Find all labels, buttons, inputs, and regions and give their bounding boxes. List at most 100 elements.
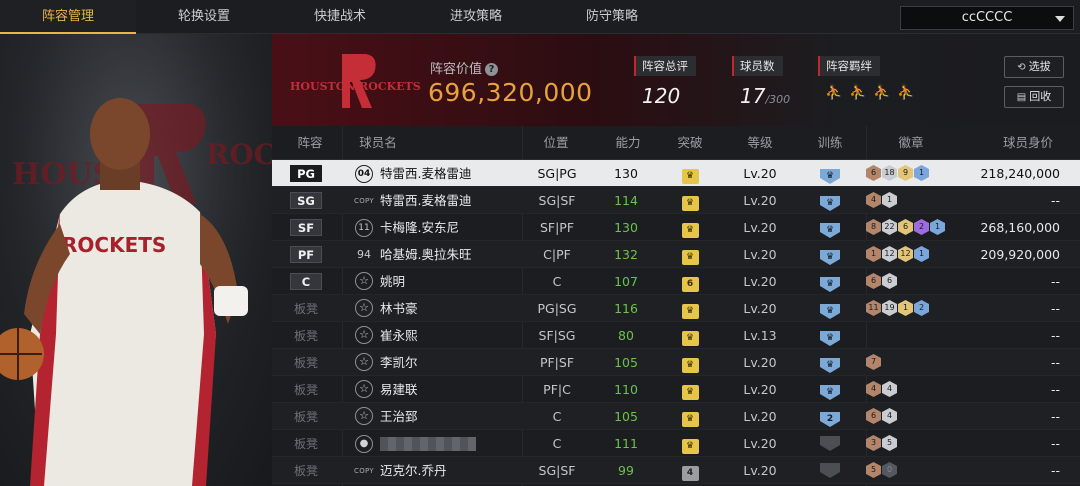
breakthrough[interactable]: ♛ xyxy=(668,160,712,187)
breakthrough[interactable]: ♛ xyxy=(668,322,712,349)
player-tag: ☆ xyxy=(352,376,376,403)
tab-lineup-management[interactable]: 阵容管理 xyxy=(0,0,136,34)
badge-list[interactable]: 66 xyxy=(866,268,966,295)
table-row[interactable]: 板凳 ☆ 李凯尔 PF|SF 105 ♛ Lv.20 ♛ 7 -- xyxy=(272,349,1080,376)
training[interactable]: ♛ xyxy=(812,376,848,403)
bond-silver-icon[interactable]: ⛹ xyxy=(848,84,868,102)
table-row[interactable]: 板凳 ☆ 林书豪 PG|SG 116 ♛ Lv.20 ♛ 11 19 1 2 -- xyxy=(272,295,1080,322)
table-row[interactable]: 板凳 ☆ 易建联 PF|C 110 ♛ Lv.20 ♛ 4 4 -- xyxy=(272,376,1080,403)
col-player-name: 球员名 xyxy=(359,135,397,150)
player-name[interactable]: 姚明 xyxy=(380,268,520,295)
breakthrough[interactable]: 4 xyxy=(668,457,712,484)
training[interactable]: ♛ xyxy=(812,214,848,241)
training[interactable]: ♛ xyxy=(812,322,848,349)
tab-quick-tactics[interactable]: 快捷战术 xyxy=(272,0,408,34)
table-row[interactable]: SF 11 卡梅隆.安东尼 SF|PF 130 ♛ Lv.20 ♛ 8 22 6 2 1 268,160,… xyxy=(272,214,1080,241)
table-row[interactable]: 板凳 ☆ 崔永熙 SF|SG 80 ♛ Lv.13 ♛ -- xyxy=(272,322,1080,349)
badge-list[interactable]: 7 xyxy=(866,349,966,376)
bond-gold-icon[interactable]: ⛹ xyxy=(872,84,892,102)
badge-hex-icon: 4 xyxy=(882,408,897,424)
badge-list[interactable]: 41 xyxy=(866,187,966,214)
position-badge: C xyxy=(290,273,322,290)
badge-list[interactable]: 6 18 9 1 xyxy=(866,160,966,187)
badge-list[interactable]: 11 19 1 2 xyxy=(866,295,966,322)
player-level: Lv.20 xyxy=(743,274,777,289)
training[interactable]: ♛ xyxy=(812,160,848,187)
jersey-number-badge: 11 xyxy=(355,219,373,237)
player-position: C xyxy=(552,409,562,424)
training[interactable]: ♛ xyxy=(812,187,848,214)
badge-list[interactable]: 64 xyxy=(866,403,966,430)
breakthrough[interactable]: ♛ xyxy=(668,349,712,376)
tab-defense-strategy[interactable]: 防守策略 xyxy=(544,0,680,34)
training[interactable]: ♛ xyxy=(812,295,848,322)
badge-list[interactable]: 8 22 6 2 1 xyxy=(866,214,966,241)
player-name[interactable]: 特雷西.麦格雷迪 xyxy=(380,187,520,214)
badge-list[interactable]: 50 xyxy=(866,457,966,484)
breakthrough[interactable]: ♛ xyxy=(668,214,712,241)
breakthrough[interactable]: ♛ xyxy=(668,430,712,457)
badge-hex-icon: 1 xyxy=(898,300,913,316)
table-row[interactable]: 板凳 COPY 迈克尔.乔丹 SG|SF 99 4 Lv.20 5 0 -- xyxy=(272,457,1080,484)
help-icon[interactable]: ? xyxy=(485,63,499,76)
badge-hex-icon: 1 xyxy=(882,192,897,208)
training[interactable]: ♛ xyxy=(812,349,848,376)
table-row[interactable]: PG 04 特雷西.麦格雷迪 SG|PG 130 ♛ Lv.20 ♛ 6 18 9 1 218,240,… xyxy=(272,160,1080,187)
copy-tag: COPY xyxy=(354,467,374,475)
training[interactable]: 2 xyxy=(812,403,848,430)
badge-list[interactable] xyxy=(866,322,966,349)
table-row[interactable]: 板凳 ● C 111 ♛ Lv.20 3 5 -- xyxy=(272,430,1080,457)
position-badge: SG xyxy=(290,192,322,209)
select-button[interactable]: ⟲ 选拔 xyxy=(1004,56,1064,78)
player-name[interactable]: 哈基姆.奥拉朱旺 xyxy=(380,241,520,268)
copy-tag: COPY xyxy=(354,197,374,205)
table-row[interactable]: C ☆ 姚明 C 107 6 Lv.20 ♛ 6 6 -- xyxy=(272,268,1080,295)
lineup-slot: 板凳 xyxy=(288,457,324,484)
training[interactable] xyxy=(812,430,848,457)
lineup-value: 696,320,000 xyxy=(428,78,593,107)
player-rating: 111 xyxy=(614,436,638,451)
player-name[interactable] xyxy=(380,430,520,457)
user-dropdown[interactable]: ccCCCC xyxy=(900,6,1074,30)
crown-icon: ♛ xyxy=(681,385,699,400)
bench-label: 板凳 xyxy=(293,383,318,397)
player-name[interactable]: 王治郅 xyxy=(380,403,520,430)
player-position: C xyxy=(552,436,562,451)
training[interactable]: ♛ xyxy=(812,241,848,268)
player-name[interactable]: 迈克尔.乔丹 xyxy=(380,457,520,484)
player-name[interactable]: 卡梅隆.安东尼 xyxy=(380,214,520,241)
tab-rotation-settings[interactable]: 轮换设置 xyxy=(136,0,272,34)
training-shield-icon: ♛ xyxy=(820,277,840,292)
bond-bronze-icon[interactable]: ⛹ xyxy=(824,84,844,102)
breakthrough[interactable]: ♛ xyxy=(668,376,712,403)
player-name[interactable]: 易建联 xyxy=(380,376,520,403)
badge-list[interactable]: 1 12 12 1 xyxy=(866,241,966,268)
breakthrough[interactable]: ♛ xyxy=(668,403,712,430)
player-name[interactable]: 林书豪 xyxy=(380,295,520,322)
player-level: Lv.20 xyxy=(743,355,777,370)
bond-blue-icon[interactable]: ⛹ xyxy=(896,84,916,102)
player-name[interactable]: 李凯尔 xyxy=(380,349,520,376)
breakthrough[interactable]: ♛ xyxy=(668,295,712,322)
player-rating: 105 xyxy=(614,409,638,424)
table-row[interactable]: SG COPY 特雷西.麦格雷迪 SG|SF 114 ♛ Lv.20 ♛ 4 1 -- xyxy=(272,187,1080,214)
refresh-icon: ⟲ xyxy=(1017,62,1026,73)
player-rating: 107 xyxy=(614,274,638,289)
svg-text:ROCKETS: ROCKETS xyxy=(62,233,166,257)
breakthrough[interactable]: 6 xyxy=(668,268,712,295)
table-row[interactable]: PF 94 哈基姆.奥拉朱旺 C|PF 132 ♛ Lv.20 ♛ 1 12 12 1 209,920,… xyxy=(272,241,1080,268)
training[interactable] xyxy=(812,457,848,484)
player-name[interactable]: 崔永熙 xyxy=(380,322,520,349)
table-row[interactable]: 板凳 ☆ 王治郅 C 105 ♛ Lv.20 2 6 4 -- xyxy=(272,403,1080,430)
select-button-label: 选拔 xyxy=(1028,60,1051,73)
breakthrough[interactable]: ♛ xyxy=(668,187,712,214)
tab-offense-strategy[interactable]: 进攻策略 xyxy=(408,0,544,34)
breakthrough[interactable]: ♛ xyxy=(668,241,712,268)
player-portrait: HOUS ROCK ROCKETS xyxy=(0,34,272,486)
badge-list[interactable]: 44 xyxy=(866,376,966,403)
recycle-button[interactable]: ▤ 回收 xyxy=(1004,86,1064,108)
player-name[interactable]: 特雷西.麦格雷迪 xyxy=(380,160,520,187)
training[interactable]: ♛ xyxy=(812,268,848,295)
training-shield-icon: ♛ xyxy=(820,169,840,184)
badge-list[interactable]: 35 xyxy=(866,430,966,457)
